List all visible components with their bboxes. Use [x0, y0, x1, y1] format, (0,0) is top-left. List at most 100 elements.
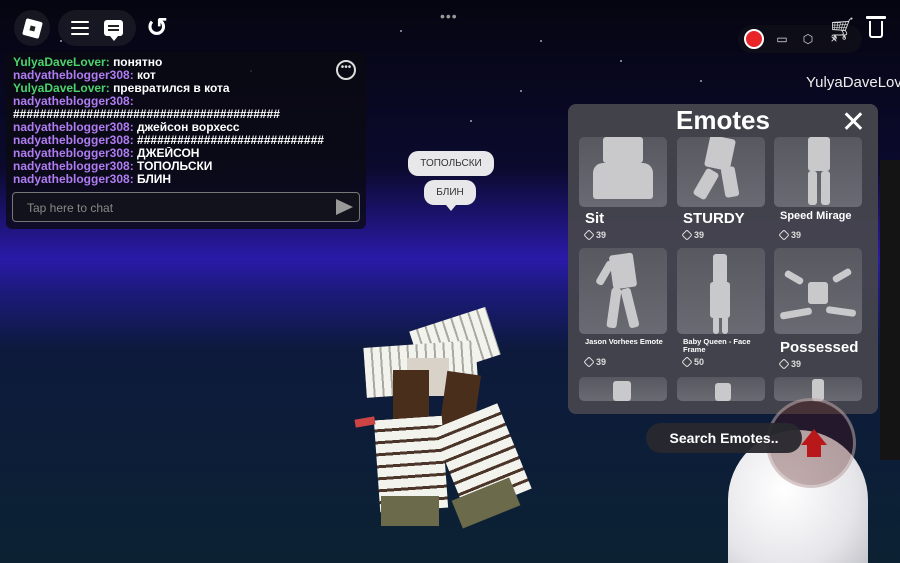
roblox-menu-button[interactable] [14, 10, 50, 46]
emote-thumbnail [774, 137, 862, 207]
chat-username[interactable]: nadyatheblogger308: [13, 69, 134, 82]
star [540, 40, 542, 42]
player-username: YulyaDaveLover [806, 74, 900, 91]
chat-username[interactable]: nadyatheblogger308: [13, 134, 134, 147]
chat-text: кот [137, 69, 156, 82]
avatar-foot [381, 496, 439, 526]
chat-input-placeholder: Tap here to chat [27, 201, 114, 215]
emote-thumbnail [579, 377, 667, 401]
emote-thumbnail [677, 137, 765, 207]
trash-icon[interactable] [866, 16, 886, 38]
star [620, 60, 622, 62]
menu-chat-group [58, 10, 136, 46]
emote-name: Sit [585, 210, 605, 227]
chat-message-list: YulyaDaveLover: понятно nadyatheblogger30… [13, 56, 359, 186]
chat-text: ТОПОЛЬСКИ [137, 160, 213, 173]
emote-price: 39 [778, 358, 801, 370]
emote-thumbnail [774, 377, 862, 401]
star [470, 120, 472, 122]
chat-message: nadyatheblogger308: [13, 95, 359, 108]
chat-more-options-icon[interactable]: ••• [336, 60, 356, 80]
chat-toggle-icon[interactable] [103, 20, 123, 41]
chat-window: YulyaDaveLover: понятно nadyatheblogger30… [6, 52, 366, 229]
chat-message: YulyaDaveLover: понятно [13, 56, 359, 69]
chat-text: понятно [113, 56, 163, 69]
emote-name: Possessed [780, 339, 859, 356]
chat-username[interactable]: nadyatheblogger308: [13, 121, 134, 134]
emote-price: 50 [681, 356, 704, 368]
emote-thumbnail [677, 248, 765, 334]
chat-username[interactable]: YulyaDaveLover: [13, 82, 110, 95]
robux-icon [681, 356, 693, 368]
chat-username[interactable]: nadyatheblogger308: [13, 173, 134, 186]
chat-text: ############################ [137, 134, 324, 147]
robux-icon [583, 229, 595, 241]
star [520, 90, 522, 92]
dark-object [880, 160, 900, 460]
chat-text: превратился в кота [113, 82, 230, 95]
chat-message: nadyatheblogger308: ####################… [13, 134, 359, 147]
close-icon[interactable]: ✕ [841, 108, 866, 138]
avatar-accessory [354, 416, 376, 428]
emote-name: Jason Vorhees Emote [585, 337, 663, 346]
emote-card[interactable] [677, 377, 765, 401]
emote-card-sturdy[interactable]: STURDY 39 [677, 137, 765, 250]
emote-price: 39 [583, 356, 606, 368]
speech-bubble: БЛИН [424, 180, 476, 211]
record-button[interactable] [744, 29, 764, 49]
emote-thumbnail [579, 248, 667, 334]
emote-card[interactable] [774, 377, 862, 401]
emote-name: STURDY [683, 210, 745, 227]
chat-text: БЛИН [137, 173, 172, 186]
undo-icon[interactable]: ↺ [142, 12, 172, 42]
emote-price: 39 [583, 229, 606, 241]
chat-message: YulyaDaveLover: превратился в кота [13, 82, 359, 95]
roblox-logo-icon [21, 17, 43, 39]
chat-text: джейсон ворхесс [137, 121, 240, 134]
emote-card-possessed[interactable]: Possessed 39 [774, 248, 862, 373]
robux-icon [583, 356, 595, 368]
chat-username[interactable]: nadyatheblogger308: [13, 95, 134, 108]
emote-thumbnail [677, 377, 765, 401]
emote-card-speed-mirage[interactable]: Speed Mirage 39 [774, 137, 862, 250]
emote-name: Baby Queen - Face Frame [683, 337, 751, 354]
emote-card[interactable] [579, 377, 667, 401]
chat-message: nadyatheblogger308: ДЖЕЙСОН [13, 147, 359, 160]
emote-price: 39 [681, 229, 704, 241]
chat-username[interactable]: YulyaDaveLover: [13, 56, 110, 69]
settings-icon[interactable]: ⬡ [800, 32, 816, 46]
chat-message: nadyatheblogger308: кот [13, 69, 359, 82]
hamburger-menu-icon[interactable] [71, 21, 90, 35]
more-dots-icon[interactable]: ••• [440, 8, 458, 24]
emote-card-sit[interactable]: Sit 39 [579, 137, 667, 250]
chat-username[interactable]: nadyatheblogger308: [13, 160, 134, 173]
chat-message: nadyatheblogger308: БЛИН [13, 173, 359, 186]
search-emotes-button[interactable]: Search Emotes.. [646, 423, 802, 453]
chat-input[interactable]: Tap here to chat [12, 192, 360, 222]
chat-message: ######################################## [13, 108, 359, 121]
send-icon[interactable] [336, 199, 353, 215]
robux-icon [778, 358, 790, 370]
cart-icon[interactable]: 🛒︎ [828, 16, 856, 42]
star [700, 80, 702, 82]
chat-text: ДЖЕЙСОН [137, 147, 200, 160]
emote-price: 39 [778, 229, 801, 241]
jump-arrow-stem [807, 445, 821, 457]
star [400, 30, 402, 32]
emote-name: Speed Mirage [780, 210, 852, 222]
emotes-panel: Emotes ✕ Sit 39 STURDY 39 Speed Mirage 3… [568, 104, 878, 414]
player-avatar [354, 306, 532, 533]
star [60, 40, 62, 42]
emote-thumbnail [579, 137, 667, 207]
folder-icon[interactable]: ▭ [774, 32, 790, 46]
emote-thumbnail [774, 248, 862, 334]
speech-bubble: ТОПОЛЬСКИ [408, 151, 494, 176]
emote-card-jason-vorhees[interactable]: Jason Vorhees Emote 39 [579, 248, 667, 373]
robux-icon [681, 229, 693, 241]
chat-message: nadyatheblogger308: ТОПОЛЬСКИ [13, 160, 359, 173]
chat-message: nadyatheblogger308: джейсон ворхесс [13, 121, 359, 134]
emote-card-baby-queen[interactable]: Baby Queen - Face Frame 50 [677, 248, 765, 373]
chat-username[interactable]: nadyatheblogger308: [13, 147, 134, 160]
chat-text: ######################################## [13, 108, 280, 121]
jump-arrow-icon [801, 429, 827, 445]
